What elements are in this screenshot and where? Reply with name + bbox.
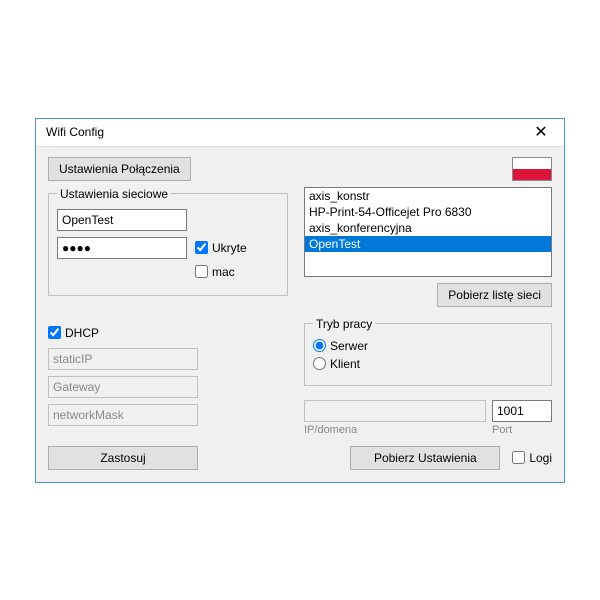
mac-checkbox[interactable]	[195, 265, 208, 278]
work-mode-group: Tryb pracy Serwer Klient	[304, 317, 552, 386]
ssid-input[interactable]	[57, 209, 187, 231]
client-radio[interactable]	[313, 357, 326, 370]
network-list-item[interactable]: HP-Print-54-Officejet Pro 6830	[305, 204, 551, 220]
logs-checkbox-label[interactable]: Logi	[512, 451, 552, 465]
password-input[interactable]	[57, 237, 187, 259]
gateway-input	[48, 376, 198, 398]
ip-domain-label: IP/domena	[304, 424, 486, 436]
connection-settings-button[interactable]: Ustawienia Połączenia	[48, 157, 191, 181]
network-list-item[interactable]: axis_konferencyjna	[305, 220, 551, 236]
dhcp-checkbox[interactable]	[48, 326, 61, 339]
language-flag-pl[interactable]	[512, 157, 552, 181]
titlebar: Wifi Config ✕	[36, 119, 564, 147]
work-mode-legend: Tryb pracy	[313, 317, 375, 331]
fetch-settings-button[interactable]: Pobierz Ustawienia	[350, 446, 500, 470]
network-listbox[interactable]: axis_konstrHP-Print-54-Officejet Pro 683…	[304, 187, 552, 277]
mac-checkbox-label[interactable]: mac	[195, 265, 235, 279]
static-ip-input	[48, 348, 198, 370]
hidden-checkbox[interactable]	[195, 241, 208, 254]
dhcp-checkbox-label[interactable]: DHCP	[48, 326, 288, 340]
network-settings-legend: Ustawienia sieciowe	[57, 187, 171, 201]
apply-button[interactable]: Zastosuj	[48, 446, 198, 470]
logs-checkbox[interactable]	[512, 451, 525, 464]
network-settings-group: Ustawienia sieciowe Ukryte	[48, 187, 288, 296]
wifi-config-window: Wifi Config ✕ Ustawienia Połączenia Usta…	[35, 118, 565, 483]
client-radio-row[interactable]: Klient	[313, 357, 543, 371]
port-label: Port	[492, 424, 552, 436]
window-content: Ustawienia Połączenia Ustawienia sieciow…	[36, 147, 564, 482]
hidden-checkbox-label[interactable]: Ukryte	[195, 241, 247, 255]
close-icon[interactable]: ✕	[526, 122, 556, 142]
network-list-item[interactable]: axis_konstr	[305, 188, 551, 204]
port-input[interactable]	[492, 400, 552, 422]
ip-domain-input	[304, 400, 486, 422]
server-radio-row[interactable]: Serwer	[313, 339, 543, 353]
window-title: Wifi Config	[46, 125, 104, 139]
network-list-item[interactable]: OpenTest	[305, 236, 551, 252]
fetch-networks-button[interactable]: Pobierz listę sieci	[437, 283, 552, 307]
server-radio[interactable]	[313, 339, 326, 352]
netmask-input	[48, 404, 198, 426]
